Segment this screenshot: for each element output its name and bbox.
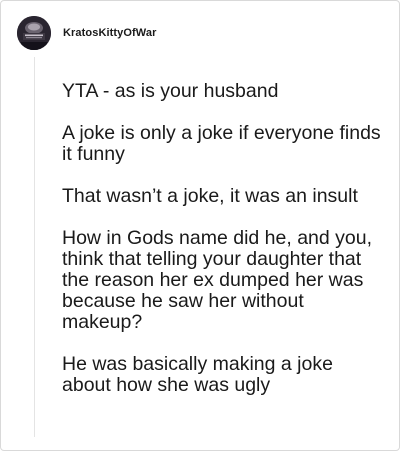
- comment-paragraph: How in Gods name did he, and you, think …: [62, 227, 373, 333]
- username[interactable]: KratosKittyOfWar: [63, 27, 156, 39]
- avatar-image-icon: [17, 16, 51, 50]
- comment-paragraph: YTA - as is your husband: [62, 80, 279, 102]
- thread-line[interactable]: [34, 57, 35, 437]
- comment-header: KratosKittyOfWar: [17, 15, 156, 51]
- comment-body: YTA - as is your husband A joke is only …: [62, 81, 382, 396]
- comment-paragraph: A joke is only a joke if everyone finds …: [62, 122, 381, 165]
- comment-card: KratosKittyOfWar YTA - as is your husban…: [0, 0, 400, 451]
- comment-paragraph: He was basically making a joke about how…: [62, 353, 333, 396]
- user-avatar[interactable]: [17, 16, 51, 50]
- comment-paragraph: That wasn’t a joke, it was an insult: [62, 185, 358, 207]
